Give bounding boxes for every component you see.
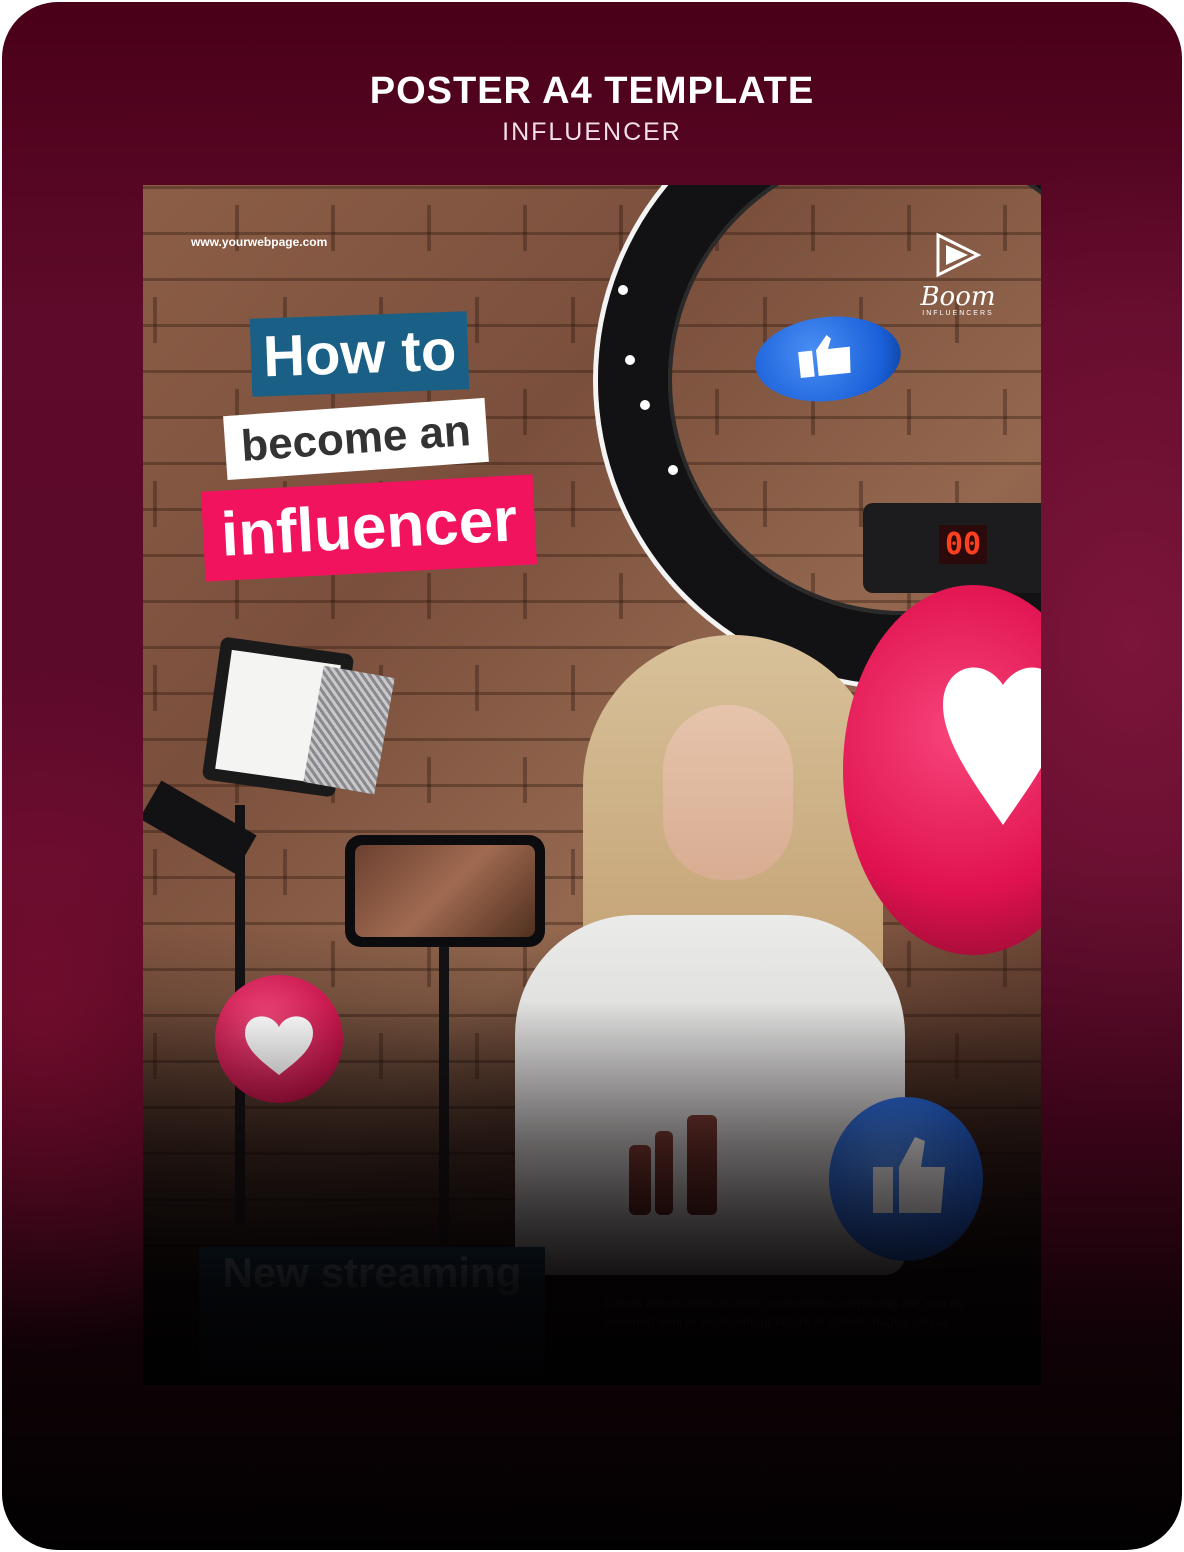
ring-light-led — [640, 400, 650, 410]
thumbs-up-icon — [798, 335, 851, 378]
woman-face — [663, 705, 793, 880]
ring-light-led — [668, 465, 678, 475]
heart-reaction-large — [843, 585, 1041, 955]
play-logo-icon — [936, 232, 982, 278]
cosmetic-bottle — [655, 1131, 673, 1215]
phone-screen — [355, 845, 535, 937]
led-counter: 00 — [939, 525, 988, 564]
thumbs-up-reaction — [829, 1097, 983, 1261]
brand-logo: Boom INFLUENCERS — [903, 229, 1013, 329]
cosmetic-bottle — [687, 1115, 717, 1215]
headline-line-3: influencer — [200, 474, 538, 582]
thumbs-up-icon — [873, 1137, 945, 1213]
cosmetic-bottle — [629, 1145, 651, 1215]
headline-line-1: How to — [249, 311, 470, 397]
promo-text: New streaming — [222, 1249, 522, 1296]
brand-name: Boom — [920, 282, 996, 312]
ring-light-led — [625, 355, 635, 365]
thumbs-up-reaction — [751, 309, 905, 409]
heart-icon — [245, 1016, 313, 1075]
template-preview-card: POSTER A4 TEMPLATE INFLUENCER 00 www.you… — [2, 2, 1182, 1550]
website-url: www.yourwebpage.com — [191, 235, 328, 249]
heart-icon — [943, 667, 1041, 825]
poster-preview: 00 www.yourwebpage.com Boom INFLUENCERS … — [143, 185, 1041, 1385]
page-title: POSTER A4 TEMPLATE — [369, 70, 815, 112]
body-text: Lorem ipsum dolor sit amet, consectetur … — [605, 1296, 965, 1329]
phone-on-tripod — [345, 835, 545, 947]
heart-reaction-small — [215, 975, 343, 1103]
page-subtitle: INFLUENCER — [502, 118, 682, 146]
ring-light-led — [618, 285, 628, 295]
